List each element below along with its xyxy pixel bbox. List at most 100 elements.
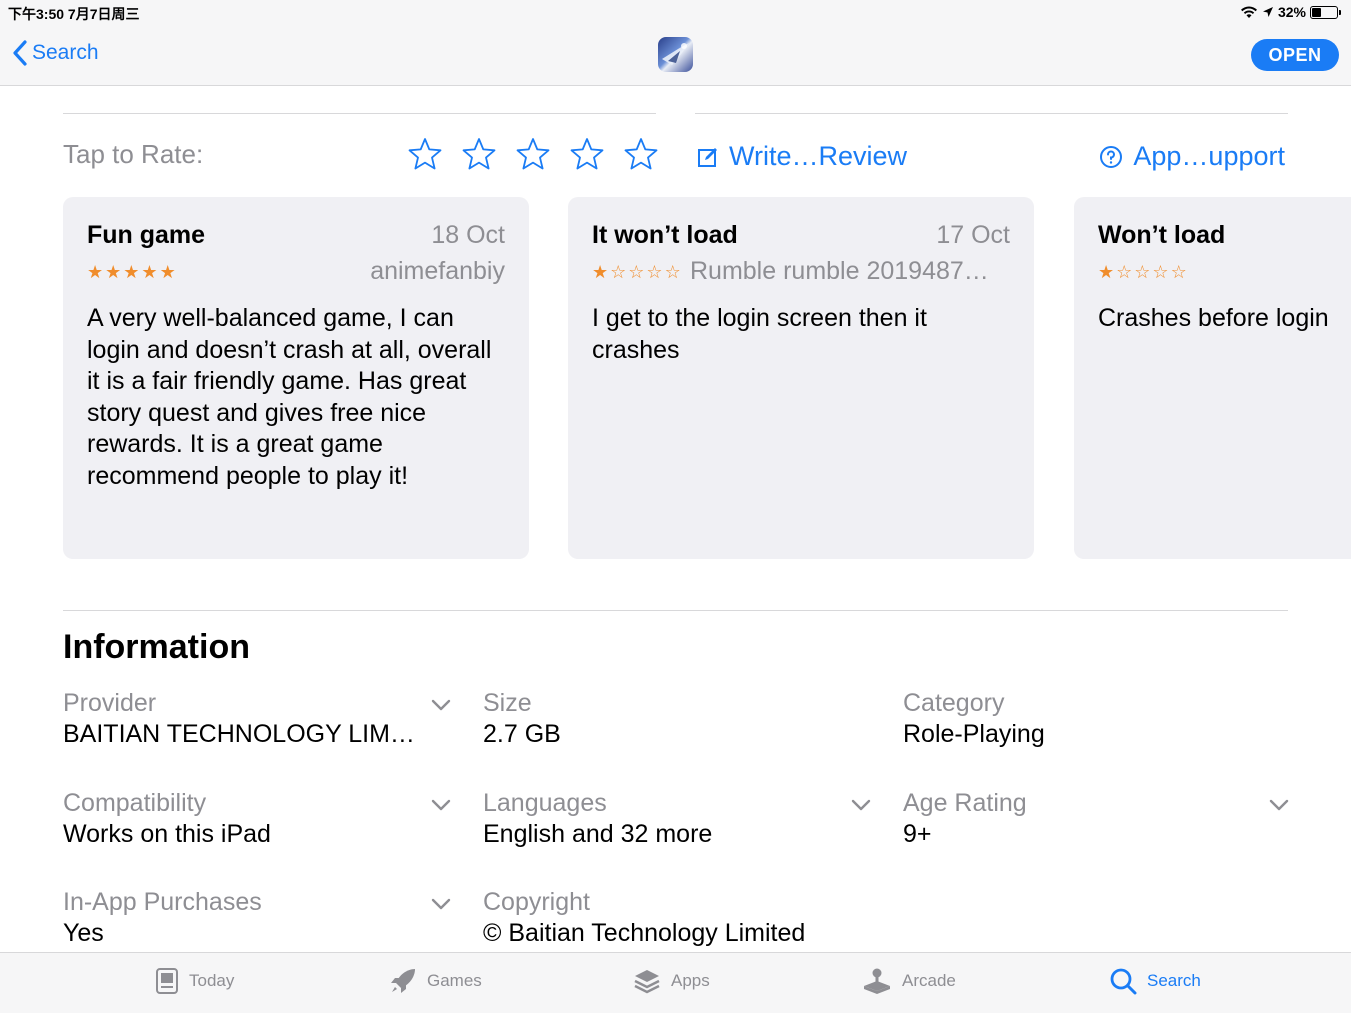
review-author: animefanbiy	[370, 257, 505, 285]
rate-star-4-icon[interactable]	[570, 137, 604, 171]
info-value: 2.7 GB	[483, 720, 561, 748]
star-empty-icon: ☆	[1152, 262, 1169, 282]
tab-today[interactable]: Today	[155, 967, 234, 995]
star-empty-icon: ☆	[646, 262, 663, 282]
chevron-down-icon	[1269, 799, 1289, 811]
rate-star-1-icon[interactable]	[408, 137, 442, 171]
info-label: Languages	[483, 789, 607, 817]
chevron-left-icon	[13, 40, 27, 66]
tab-label: Apps	[671, 971, 710, 990]
tab-label: Games	[427, 971, 482, 990]
info-label: Compatibility	[63, 789, 207, 817]
search-icon	[1110, 968, 1137, 995]
review-body: Crashes before login	[1098, 304, 1329, 332]
status-time: 下午3:50 7月7日周三	[8, 6, 140, 22]
star-filled-icon: ★	[1098, 262, 1115, 282]
tab-games[interactable]: Games	[389, 967, 482, 995]
info-languages[interactable]: Languages English and 32 more	[483, 788, 871, 850]
info-compatibility[interactable]: Compatibility Works on this iPad	[63, 788, 451, 850]
info-value: Works on this iPad	[63, 820, 271, 848]
star-filled-icon: ★	[159, 262, 176, 282]
review-title: Fun game	[87, 221, 206, 249]
layers-icon	[634, 970, 660, 994]
app-icon	[658, 37, 693, 72]
star-empty-icon: ☆	[1170, 262, 1187, 282]
review-date: 17 Oct	[936, 221, 1010, 249]
star-empty-icon: ☆	[1116, 262, 1133, 282]
app-support-link[interactable]: App…upport	[1099, 141, 1285, 172]
status-bar: 下午3:50 7月7日周三 32%	[0, 0, 1351, 24]
tab-search[interactable]: Search	[1109, 967, 1201, 995]
info-label: Provider	[63, 689, 157, 717]
compose-icon	[698, 147, 717, 167]
review-card[interactable]: Fun game 18 Oct ★ ★ ★ ★ ★ animefanbiy A very…	[63, 197, 529, 559]
star-filled-icon: ★	[123, 262, 140, 282]
tab-arcade[interactable]: Arcade	[862, 967, 956, 995]
star-filled-icon: ★	[87, 262, 104, 282]
star-empty-icon: ☆	[628, 262, 645, 282]
tab-label: Today	[189, 971, 235, 990]
today-icon	[156, 968, 178, 994]
battery-icon	[1310, 5, 1338, 19]
info-label: Age Rating	[903, 789, 1027, 817]
divider	[63, 610, 1288, 611]
joystick-icon	[864, 968, 890, 994]
info-age-rating[interactable]: Age Rating 9+	[903, 788, 1289, 850]
info-value: 9+	[903, 820, 932, 848]
review-rating-stars: ★ ☆ ☆ ☆ ☆	[1098, 263, 1187, 281]
star-empty-icon: ☆	[610, 262, 627, 282]
info-label: In-App Purchases	[63, 888, 262, 916]
back-button[interactable]: Search	[12, 40, 99, 66]
review-author: Rumble rumble 2019487…	[690, 257, 989, 285]
review-title: It won’t load	[592, 221, 738, 249]
rate-star-3-icon[interactable]	[516, 137, 550, 171]
info-value: Role-Playing	[903, 720, 1045, 748]
tab-apps[interactable]: Apps	[633, 967, 710, 995]
app-support-label: App…upport	[1133, 141, 1285, 171]
star-filled-icon: ★	[592, 262, 609, 282]
write-review-link[interactable]: Write…Review	[697, 141, 907, 172]
open-button[interactable]: OPEN	[1251, 39, 1339, 71]
info-provider[interactable]: Provider BAITIAN TECHNOLOGY LIM…	[63, 688, 451, 750]
tap-to-rate-label: Tap to Rate:	[63, 139, 204, 169]
review-title: Won’t load	[1098, 221, 1226, 249]
review-card[interactable]: Won’t load ★ ☆ ☆ ☆ ☆ Crashes before login	[1074, 197, 1351, 559]
chevron-down-icon	[431, 898, 451, 910]
divider	[63, 113, 656, 114]
info-value: Yes	[63, 919, 104, 947]
info-value: English and 32 more	[483, 820, 713, 848]
review-body: I get to the login screen then it crashe…	[592, 304, 927, 364]
info-in-app-purchases[interactable]: In-App Purchases Yes	[63, 887, 451, 949]
rate-star-2-icon[interactable]	[462, 137, 496, 171]
review-body: A very well-balanced game, I can login a…	[87, 304, 492, 490]
rocket-icon	[391, 969, 415, 993]
tab-label: Search	[1147, 971, 1201, 990]
info-copyright: Copyright © Baitian Technology Limited	[483, 887, 903, 949]
battery-percent: 32%	[1277, 4, 1306, 20]
info-value: © Baitian Technology Limited	[483, 919, 806, 947]
info-value: BAITIAN TECHNOLOGY LIM…	[63, 720, 413, 748]
review-rating-stars: ★ ★ ★ ★ ★	[87, 263, 176, 281]
review-card[interactable]: It won’t load 17 Oct ★ ☆ ☆ ☆ ☆ Rumble rumble…	[568, 197, 1034, 559]
chevron-down-icon	[431, 799, 451, 811]
divider	[695, 113, 1288, 114]
star-filled-icon: ★	[141, 262, 158, 282]
info-category: Category Role-Playing	[903, 688, 1291, 750]
chevron-down-icon	[431, 699, 451, 711]
info-label: Category	[903, 689, 1005, 717]
wifi-icon	[1240, 6, 1257, 18]
star-empty-icon: ☆	[1134, 262, 1151, 282]
info-label: Copyright	[483, 888, 590, 916]
info-label: Size	[483, 689, 532, 717]
question-circle-icon	[1100, 145, 1123, 168]
information-heading: Information	[63, 628, 250, 666]
rate-star-5-icon[interactable]	[624, 137, 658, 171]
review-rating-stars: ★ ☆ ☆ ☆ ☆	[592, 263, 681, 281]
back-label: Search	[32, 41, 99, 64]
location-icon	[1262, 7, 1273, 17]
status-indicators: 32%	[1240, 4, 1341, 20]
write-review-label: Write…Review	[729, 141, 908, 171]
rate-stars	[408, 137, 658, 171]
star-filled-icon: ★	[105, 262, 122, 282]
info-size: Size 2.7 GB	[483, 688, 871, 750]
